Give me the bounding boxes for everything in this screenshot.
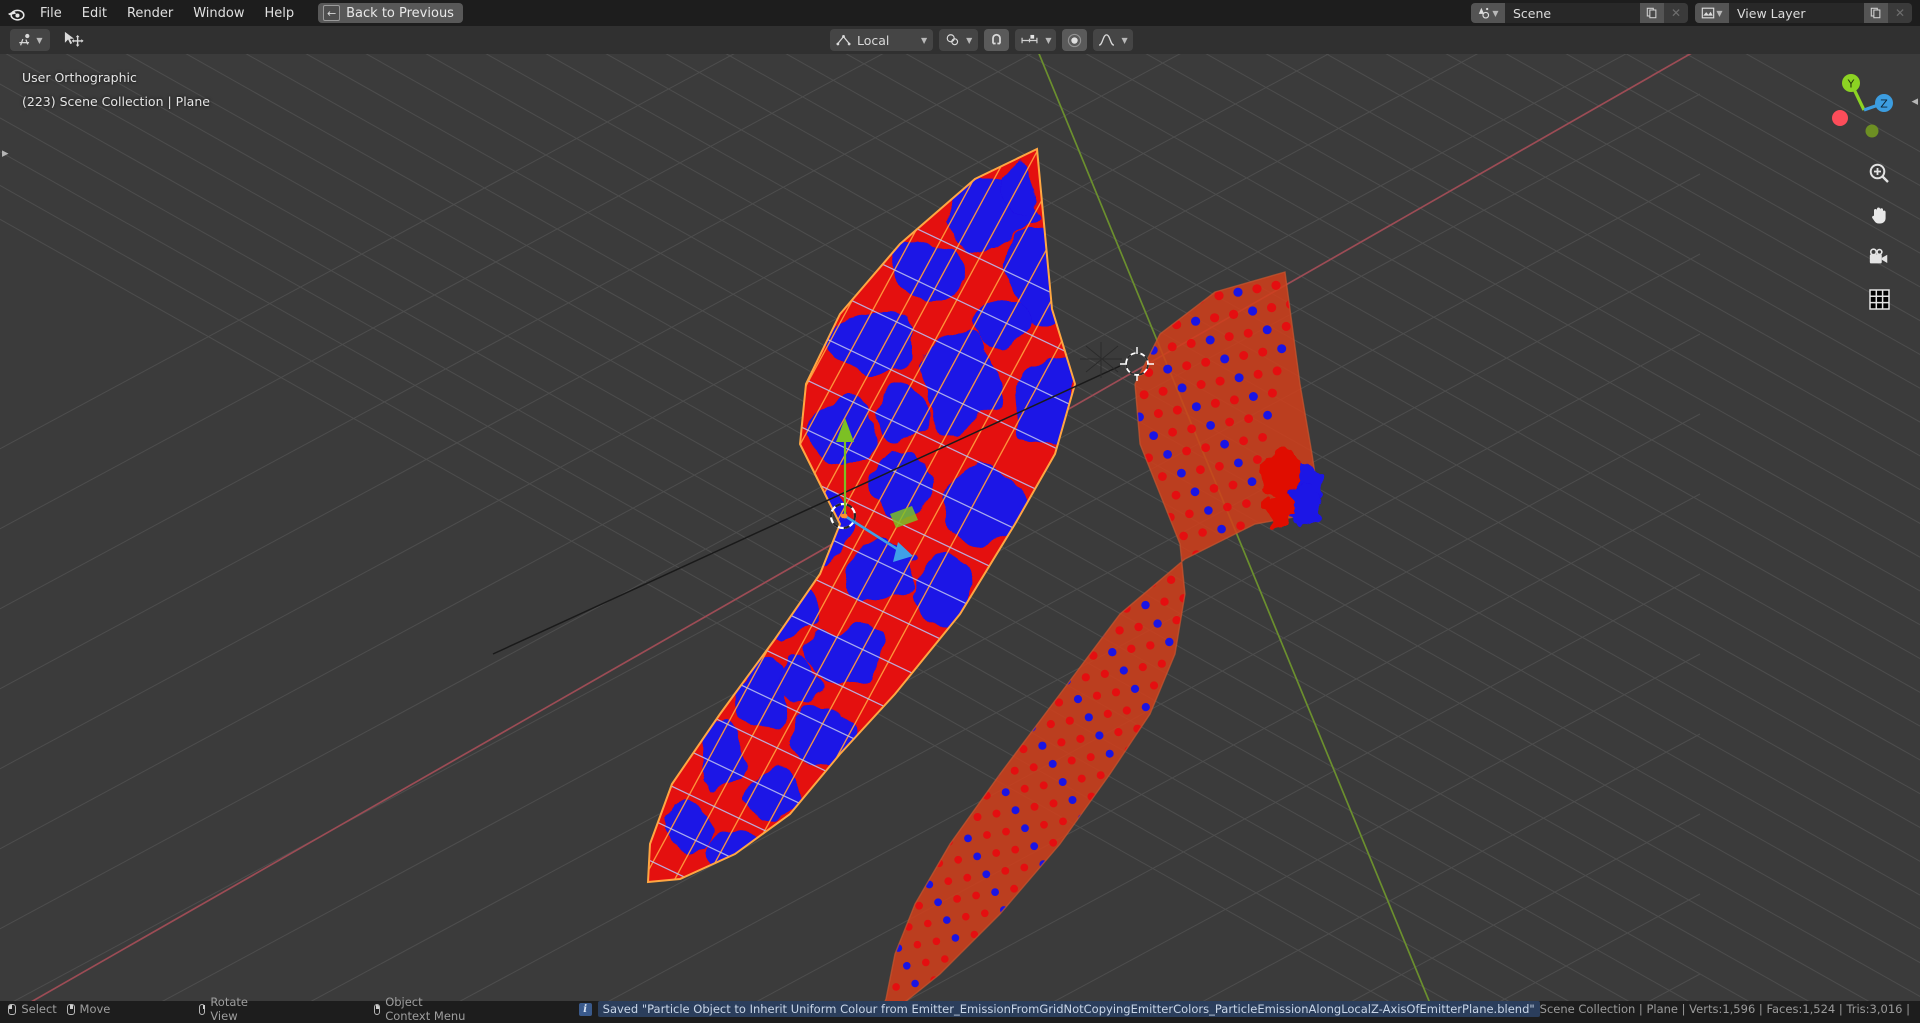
back-to-previous-label: Back to Previous <box>346 6 454 21</box>
tool-settings-row: ▼ Local ▼ <box>0 26 1920 54</box>
mouse-left-icon <box>8 1004 16 1015</box>
back-to-previous-button[interactable]: ← Back to Previous <box>318 3 463 23</box>
scene-icon[interactable]: ▼ <box>1471 3 1505 23</box>
top-bar: File Edit Render Window Help ← Back to P… <box>0 0 1920 26</box>
gizmo-axis-y-negative <box>1866 125 1879 138</box>
mouse-middle-icon <box>67 1004 75 1015</box>
scene-selector[interactable]: ▼ Scene ✕ <box>1471 3 1688 23</box>
navigation-gizmo[interactable]: Y Z <box>1822 68 1906 152</box>
transform-orientation-value: Local <box>857 33 915 48</box>
menu-file[interactable]: File <box>30 3 72 23</box>
pivot-point-select[interactable]: ▼ <box>939 29 978 51</box>
zoom-icon[interactable] <box>1866 160 1892 186</box>
menu-render[interactable]: Render <box>117 3 183 23</box>
active-tool-button[interactable]: ▼ <box>10 29 50 51</box>
status-report-text: Saved "Particle Object to Inherit Unifor… <box>598 1001 1540 1017</box>
viewport-view-name: User Orthographic <box>22 70 137 85</box>
select-move-icon[interactable] <box>62 30 86 50</box>
camera-view-icon[interactable] <box>1866 244 1892 270</box>
status-keymap-rotate: Rotate View <box>199 995 256 1023</box>
gizmo-label-y: Y <box>1847 78 1855 91</box>
toggle-grid-icon[interactable] <box>1866 286 1892 312</box>
snap-target-select[interactable]: ▼ <box>1015 29 1056 51</box>
top-bar-right: ▼ Scene ✕ ▼ View Layer ✕ <box>1471 3 1920 23</box>
delete-scene-button[interactable]: ✕ <box>1664 3 1688 23</box>
mouse-middle-icon <box>199 1004 205 1015</box>
transform-tools: Local ▼ ▼ ▼ <box>830 29 1133 51</box>
menu-edit[interactable]: Edit <box>72 3 117 23</box>
status-keymap-move: Move <box>67 1002 111 1016</box>
new-scene-button[interactable] <box>1640 3 1664 23</box>
viewport-active-object-info: (223) Scene Collection | Plane <box>22 94 210 109</box>
3d-viewport[interactable]: User Orthographic (223) Scene Collection… <box>0 54 1920 1001</box>
snap-toggle-button[interactable] <box>984 29 1009 51</box>
view-layer-name-field[interactable]: View Layer <box>1729 3 1864 23</box>
transform-orientation-select[interactable]: Local ▼ <box>830 29 933 51</box>
status-report[interactable]: i Saved "Particle Object to Inherit Unif… <box>579 1001 1540 1017</box>
view-layer-selector[interactable]: ▼ View Layer ✕ <box>1695 3 1912 23</box>
info-icon: i <box>579 1003 592 1016</box>
empty-plain-axes <box>1080 342 1122 378</box>
pan-hand-icon[interactable] <box>1866 202 1892 228</box>
gizmo-label-z: Z <box>1880 98 1888 111</box>
view-layer-icon[interactable]: ▼ <box>1695 3 1729 23</box>
status-keymap-rotate-label: Rotate View <box>210 995 256 1023</box>
proportional-falloff-select[interactable]: ▼ <box>1093 29 1132 51</box>
viewport-nav-tools <box>1866 160 1892 312</box>
mouse-right-icon <box>374 1004 380 1015</box>
blender-logo[interactable] <box>0 0 30 26</box>
proportional-editing-toggle[interactable] <box>1062 29 1087 51</box>
new-view-layer-button[interactable] <box>1864 3 1888 23</box>
back-to-previous-icon: ← <box>323 5 340 21</box>
viewport-grid <box>0 54 1920 1001</box>
status-keymap-context-label: Object Context Menu <box>385 995 467 1023</box>
open-toolbar-arrow-icon[interactable]: ▸ <box>2 146 9 161</box>
emitter-plane-object <box>428 124 1180 1001</box>
delete-view-layer-button[interactable]: ✕ <box>1888 3 1912 23</box>
status-keymap-move-label: Move <box>80 1002 111 1016</box>
status-bar: Select Move Rotate View Object Context M… <box>0 1001 1920 1017</box>
menu-help[interactable]: Help <box>255 3 305 23</box>
status-keymap-context-menu: Object Context Menu <box>374 995 467 1023</box>
gizmo-axis-x-negative <box>1832 110 1848 126</box>
open-sidebar-arrow-icon[interactable]: ◂ <box>1911 94 1918 109</box>
status-keymap-select-label: Select <box>21 1002 56 1016</box>
menu-window[interactable]: Window <box>183 3 254 23</box>
scene-statistics: Scene Collection | Plane | Verts:1,596 |… <box>1540 1002 1920 1016</box>
status-keymap-select: Select <box>8 1002 56 1016</box>
scene-name-field[interactable]: Scene <box>1505 3 1640 23</box>
